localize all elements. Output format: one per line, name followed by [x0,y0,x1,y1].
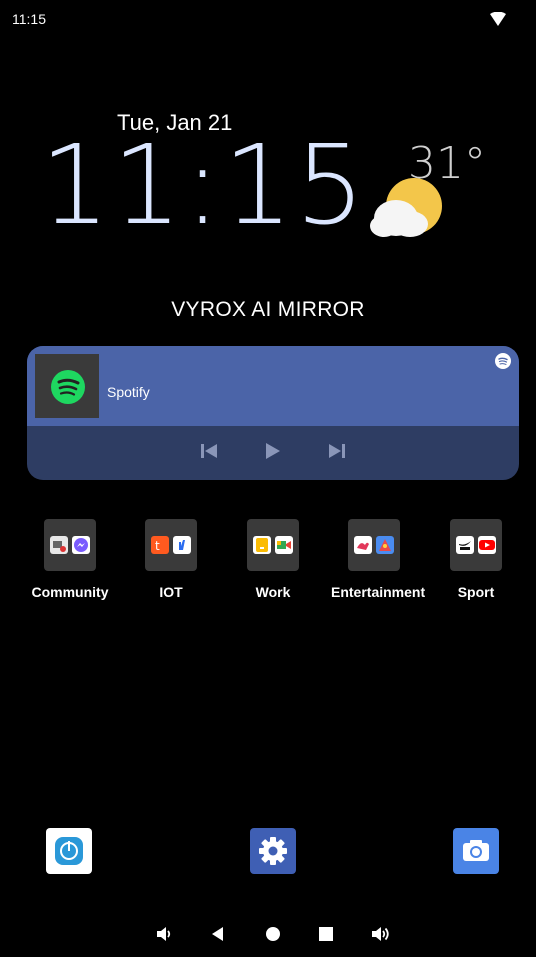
meet-icon [275,536,293,554]
play-icon[interactable] [261,440,283,462]
messenger-icon [72,536,90,554]
wifi-icon [490,12,506,26]
folder-community[interactable]: Community [27,519,113,600]
folder-iot[interactable]: t IOT [128,519,214,600]
folder-icon [44,519,96,571]
svg-text:t: t [155,539,160,553]
spotify-logo-icon [51,370,85,404]
folder-icon [450,519,502,571]
folder-icon: t [145,519,197,571]
settings-icon[interactable] [250,828,296,874]
folder-sport[interactable]: Sport [433,519,519,600]
status-bar: 11:15 [0,0,536,36]
gmail-icon [50,536,68,554]
recents-icon[interactable] [316,924,336,944]
folder-label: Community [31,584,109,600]
partly-cloudy-icon [370,178,442,237]
back-icon[interactable] [208,924,228,944]
folder-label: Entertainment [331,584,426,600]
previous-icon[interactable] [198,440,220,462]
game-icon [376,536,394,554]
home-icon[interactable] [263,924,283,944]
power-app-icon[interactable] [46,828,92,874]
media-player-card[interactable]: Spotify [27,346,519,480]
folder-label: Sport [457,584,495,600]
music-icon [354,536,372,554]
media-controls [27,426,519,480]
clock: 11:15 [40,121,368,249]
nike-run-club-icon [456,536,474,554]
brand-title: VYROX AI MIRROR [171,298,365,321]
media-app-name: Spotify [107,384,150,400]
media-header: Spotify [27,346,519,426]
spotify-small-icon [495,353,511,369]
volume-up-icon[interactable] [370,924,390,944]
tuya-icon: t [151,536,169,554]
folder-icon [247,519,299,571]
folder-entertainment[interactable]: Entertainment [331,519,426,600]
youtube-icon [478,536,496,554]
folder-label: IOT [159,584,183,600]
status-time: 11:15 [12,11,46,27]
folder-work[interactable]: Work [230,519,316,600]
volume-down-icon[interactable] [155,924,175,944]
keep-icon [253,536,271,554]
folder-icon [348,519,400,571]
navigation-bar [0,912,536,957]
folder-label: Work [255,584,291,600]
smart-home-icon [173,536,191,554]
album-art [35,354,99,418]
camera-icon[interactable] [453,828,499,874]
home-screen: 11:15 Tue, Jan 21 11:15 31° VYROX AI MIR… [0,0,536,957]
next-icon[interactable] [326,440,348,462]
